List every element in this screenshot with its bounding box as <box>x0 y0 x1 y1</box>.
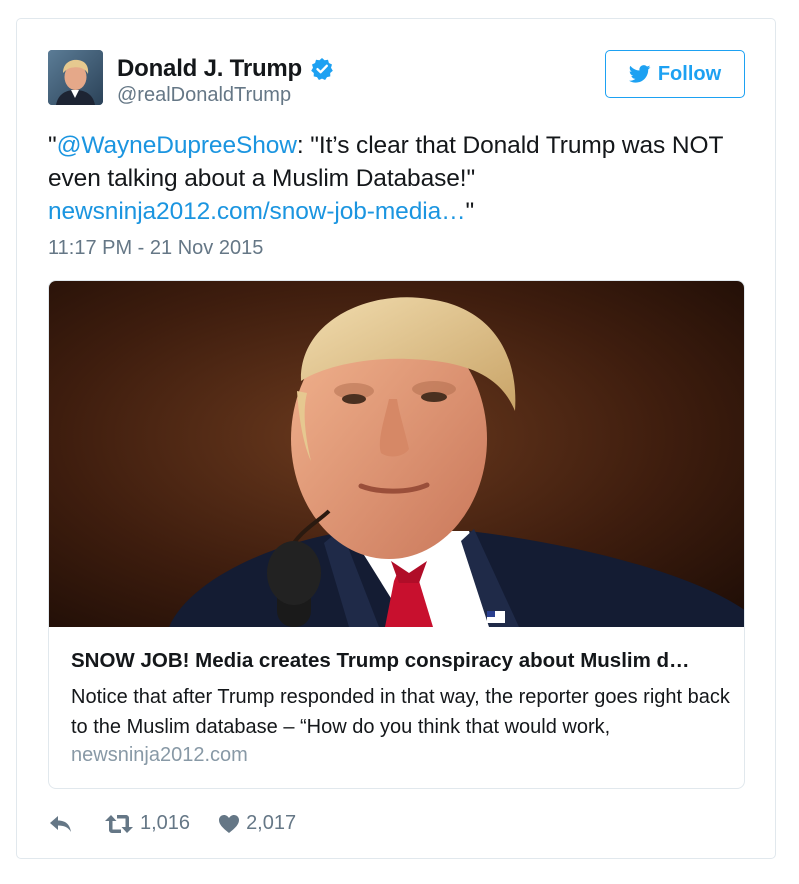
link-preview-card[interactable]: SNOW JOB! Media creates Trump conspiracy… <box>48 280 745 789</box>
link-preview-domain: newsninja2012.com <box>71 744 248 766</box>
tweet-text: "@WayneDupreeShow: "It’s clear that Dona… <box>48 129 748 228</box>
reply-icon <box>48 813 74 835</box>
retweet-count: 1,016 <box>140 812 191 834</box>
link-preview-image[interactable] <box>49 281 744 627</box>
verified-badge-icon <box>310 57 334 81</box>
link-preview-description: Notice that after Trump responded in tha… <box>71 686 730 738</box>
quote-close: " <box>465 198 475 225</box>
link-preview-title[interactable]: SNOW JOB! Media creates Trump conspiracy… <box>71 649 726 673</box>
display-name[interactable]: Donald J. Trump <box>117 55 302 83</box>
follow-button-label: Follow <box>657 62 722 85</box>
heart-icon <box>218 814 240 834</box>
twitter-bird-icon <box>628 65 651 83</box>
quote-open: " <box>48 132 57 159</box>
timestamp[interactable]: 11:17 PM - 21 Nov 2015 <box>48 237 263 260</box>
retweet-button[interactable]: 1,016 <box>104 812 190 835</box>
user-handle[interactable]: @realDonaldTrump <box>117 84 291 107</box>
avatar[interactable] <box>48 50 103 105</box>
tweet-url-link[interactable]: newsninja2012.com/snow-job-media… <box>48 198 466 225</box>
tweet-actions: 1,016 2,017 <box>48 812 296 835</box>
retweet-icon <box>104 813 134 835</box>
reply-button[interactable] <box>48 813 104 835</box>
like-count: 2,017 <box>246 812 297 834</box>
tweet-card: Donald J. Trump @realDonaldTrump Follow … <box>16 18 776 859</box>
mention-link[interactable]: @WayneDupreeShow <box>57 132 297 159</box>
like-button[interactable]: 2,017 <box>218 812 296 835</box>
follow-button[interactable]: Follow <box>605 50 745 98</box>
